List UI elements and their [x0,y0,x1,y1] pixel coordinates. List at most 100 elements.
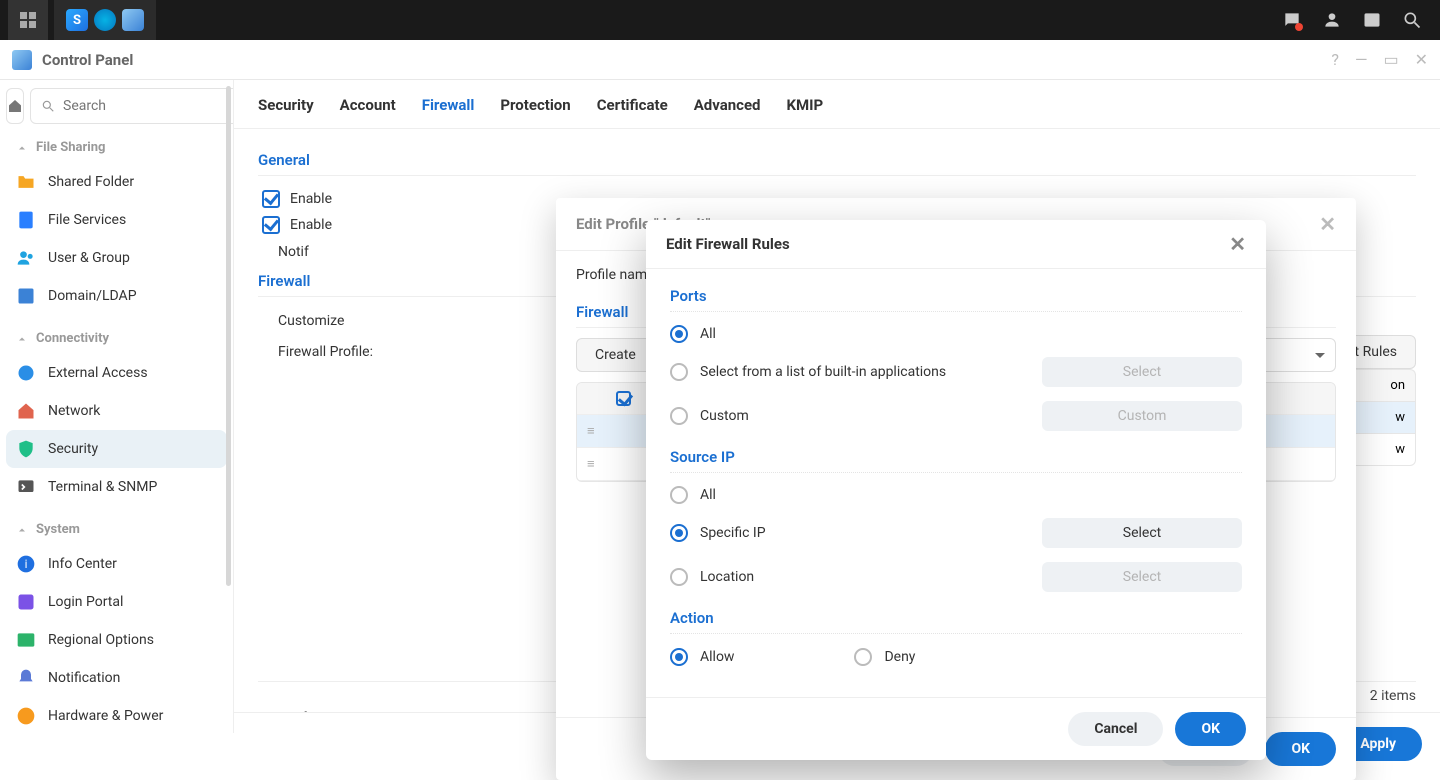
dialog-close-button[interactable]: ✕ [1229,232,1246,256]
select-builtin-button[interactable]: Select [1042,357,1242,387]
action-options: Allow Deny [670,640,1242,674]
radio-icon [670,486,688,504]
sidebar-item-notification[interactable]: Notification [6,659,227,697]
custom-ports-button[interactable]: Custom [1042,401,1242,431]
app-shortcut-2[interactable] [94,9,116,31]
svg-text:i: i [25,557,28,571]
ports-option-all[interactable]: All [670,318,1242,350]
radio-icon [670,325,688,343]
option-label: Select from a list of built-in applicati… [700,364,946,380]
sidebar-item-label: User & Group [48,250,130,266]
maximize-button[interactable]: ▭ [1383,50,1398,69]
app-shortcut-1[interactable]: S [66,9,88,31]
sidebar-item-file-services[interactable]: File Services [6,201,227,239]
sidebar-item-regional-options[interactable]: Regional Options [6,621,227,659]
sidebar-item-hardware-power[interactable]: Hardware & Power [6,697,227,733]
sidebar-item-info-center[interactable]: iInfo Center [6,545,227,583]
section-ports: Ports [670,277,1242,312]
option-label: Custom [700,408,749,424]
grid-icon [19,11,37,29]
bell-icon [16,668,36,688]
taskbar: S [0,0,1440,40]
sidebar-item-label: File Services [48,212,126,228]
ports-option-custom[interactable]: Custom Custom [670,394,1242,438]
sidebar-item-user-group[interactable]: User & Group [6,239,227,277]
close-button[interactable]: ✕ [1415,50,1428,69]
section-header[interactable]: File Sharing [6,132,227,163]
radio-icon [670,648,688,666]
ok-button[interactable]: OK [1175,712,1246,746]
widgets-icon [1362,10,1382,30]
checkbox-icon [616,391,631,406]
dialog-titlebar: Edit Firewall Rules ✕ [646,220,1266,269]
user-icon [1322,10,1342,30]
ok-button[interactable]: OK [1265,732,1336,766]
select-ip-button[interactable]: Select [1042,518,1242,548]
control-panel-window: Control Panel ? — ▭ ✕ [0,40,1440,779]
select-location-button[interactable]: Select [1042,562,1242,592]
home-button[interactable] [6,88,24,124]
app-shortcut-3[interactable] [122,9,144,31]
search-button[interactable] [1392,0,1432,40]
users-icon [16,248,36,268]
edit-firewall-rules-dialog: Edit Firewall Rules ✕ Ports All Select f… [646,220,1266,760]
sidebar-item-network[interactable]: Network [6,392,227,430]
source-option-all[interactable]: All [670,479,1242,511]
drag-handle-icon[interactable]: ≡ [577,415,603,447]
action-option-allow[interactable]: Allow [670,648,734,666]
sidebar-item-label: Notification [48,670,120,686]
sidebar-item-shared-folder[interactable]: Shared Folder [6,163,227,201]
window-controls: ? — ▭ ✕ [1331,50,1428,69]
radio-icon [670,568,688,586]
section-label: System [36,522,80,537]
user-button[interactable] [1312,0,1352,40]
option-label: Specific IP [700,525,766,541]
terminal-icon [16,477,36,497]
dialog-close-button[interactable]: ✕ [1319,212,1336,236]
sidebar-item-label: Hardware & Power [48,708,163,724]
sidebar-item-security[interactable]: Security [6,430,227,468]
minimize-button[interactable]: — [1355,50,1368,69]
create-rule-button[interactable]: Create [576,338,655,372]
search-input[interactable] [63,98,234,114]
action-option-deny[interactable]: Deny [854,648,915,666]
power-icon [16,706,36,726]
section-header[interactable]: System [6,514,227,545]
section-action: Action [670,599,1242,634]
window-body: File Sharing Shared Folder File Services… [0,80,1440,779]
dialog-title: Edit Firewall Rules [666,235,790,253]
sidebar-item-external-access[interactable]: External Access [6,354,227,392]
radio-icon [854,648,872,666]
sidebar-item-terminal-snmp[interactable]: Terminal & SNMP [6,468,227,506]
option-label: Location [700,569,754,585]
sidebar-scrollbar[interactable] [226,86,231,586]
sidebar-item-login-portal[interactable]: Login Portal [6,583,227,621]
sidebar-section-connectivity: Connectivity External Access Network Sec… [6,323,227,506]
profile-name-label: Profile name [576,267,655,283]
source-option-location[interactable]: Location Select [670,555,1242,599]
chat-button[interactable] [1272,0,1312,40]
search-input-container[interactable] [30,88,234,124]
widgets-button[interactable] [1352,0,1392,40]
section-source-ip: Source IP [670,438,1242,473]
chevron-up-icon [16,142,28,154]
sidebar: File Sharing Shared Folder File Services… [0,80,234,733]
main-menu-button[interactable] [8,0,48,40]
help-button[interactable]: ? [1331,50,1339,69]
control-panel-icon [12,50,32,70]
source-option-specific[interactable]: Specific IP Select [670,511,1242,555]
content-area: Security Account Firewall Protection Cer… [234,80,1440,779]
domain-icon [16,286,36,306]
sidebar-item-label: Security [48,441,98,457]
ports-option-builtin[interactable]: Select from a list of built-in applicati… [670,350,1242,394]
drag-handle-icon[interactable]: ≡ [577,448,603,480]
section-label: File Sharing [36,140,105,155]
section-header[interactable]: Connectivity [6,323,227,354]
portal-icon [16,592,36,612]
folder-icon [16,172,36,192]
radio-icon [670,524,688,542]
globe-icon [16,363,36,383]
sidebar-item-domain-ldap[interactable]: Domain/LDAP [6,277,227,315]
cancel-button[interactable]: Cancel [1068,712,1163,746]
option-label: All [700,487,716,503]
